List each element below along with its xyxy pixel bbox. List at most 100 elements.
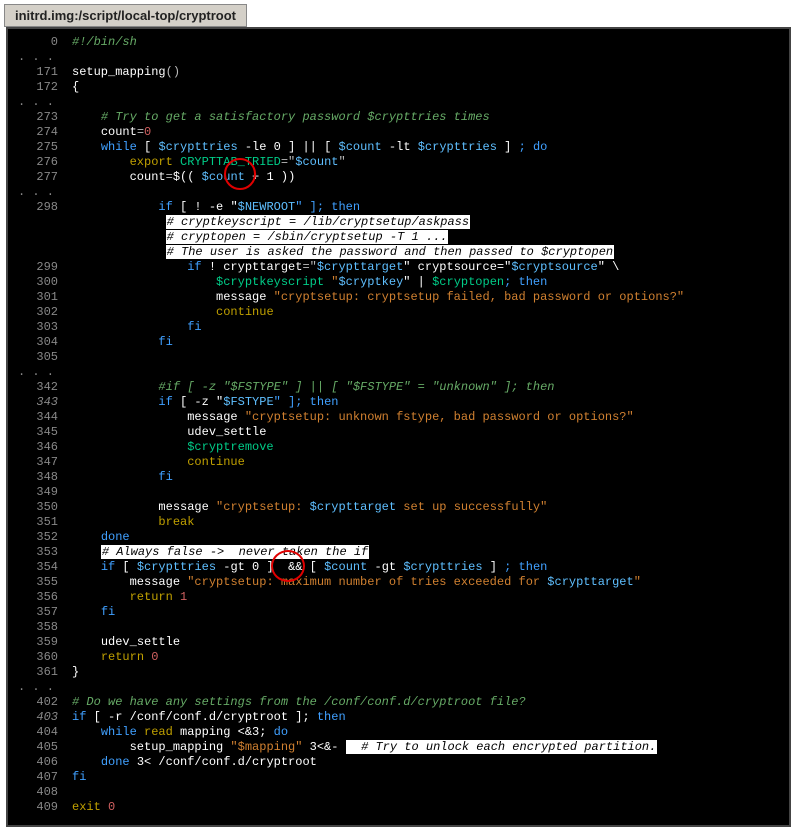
line-number: 355 (18, 575, 58, 590)
var: $cryptkeyscript (216, 275, 324, 289)
keyword: fi (158, 470, 172, 484)
comment-highlight: # The user is asked the password and the… (166, 245, 614, 259)
line-number: 277 (18, 170, 58, 185)
line-number: 302 (18, 305, 58, 320)
var: $crypttries (137, 560, 216, 574)
comment: # Do we have any settings from the /conf… (72, 695, 526, 709)
keyword: if (72, 710, 86, 724)
keyword: while (101, 725, 137, 739)
fold-marker: . . . (18, 365, 779, 380)
code-text: [ -z " (173, 395, 223, 409)
line-number (18, 245, 58, 260)
line-number: 352 (18, 530, 58, 545)
var: $NEWROOT (238, 200, 296, 214)
keyword: while (101, 140, 137, 154)
code-text: " cryptsource=" (403, 260, 511, 274)
code-text: 3<&- (302, 740, 345, 754)
code-text: mapping (173, 725, 238, 739)
var: $crypttarget (310, 500, 396, 514)
keyword: if (101, 560, 115, 574)
keyword: break (158, 515, 194, 529)
line-number: 349 (18, 485, 58, 500)
line-number: 350 (18, 500, 58, 515)
keyword: if (158, 395, 172, 409)
keyword: if (158, 200, 172, 214)
comment: #if [ -z "$FSTYPE" ] || [ "$FSTYPE" = "u… (158, 380, 554, 394)
fold-marker: . . . (18, 680, 779, 695)
code-text: 0 (144, 650, 158, 664)
keyword: " ]; then (274, 395, 339, 409)
line-number (18, 215, 58, 230)
code-text: || [ (302, 140, 338, 154)
line-number: 347 (18, 455, 58, 470)
comment: # Try to get a satisfactory password $cr… (101, 110, 490, 124)
line-number: 301 (18, 290, 58, 305)
code-text: [ -r /conf/conf.d/cryptroot ]; (86, 710, 316, 724)
keyword: continue (216, 305, 274, 319)
code-text: count (101, 125, 137, 139)
keyword: done (101, 530, 130, 544)
code-text: [ (115, 560, 137, 574)
line-number: 346 (18, 440, 58, 455)
var: $cryptopen (432, 275, 504, 289)
line-number: 345 (18, 425, 58, 440)
var: $count (202, 170, 245, 184)
code-text: ] (497, 140, 519, 154)
code-text: " \ (598, 260, 620, 274)
code-text (137, 725, 144, 739)
code-text: crypttarget (223, 260, 302, 274)
code-text: 1 (173, 590, 187, 604)
var: $crypttries (418, 140, 497, 154)
code-text: " | (403, 275, 432, 289)
code-text: " (338, 155, 345, 169)
keyword: done (101, 755, 130, 769)
var: $crypttarget (547, 575, 633, 589)
line-number: 351 (18, 515, 58, 530)
code-text: 0 (144, 125, 151, 139)
fold-marker: . . . (18, 50, 779, 65)
code-editor: 0#!/bin/sh . . . 171setup_mapping() 172{… (6, 27, 791, 827)
code-text: setup_mapping (130, 740, 224, 754)
code-text: $(( (173, 170, 202, 184)
var: $FSTYPE (223, 395, 273, 409)
code-text: -gt 0 (216, 560, 259, 574)
keyword: continue (187, 455, 245, 469)
code-text: message (216, 290, 266, 304)
line-number: 405 (18, 740, 58, 755)
string: "cryptsetup: (209, 500, 310, 514)
line-number: 299 (18, 260, 58, 275)
keyword: " ]; then (295, 200, 360, 214)
string: "cryptsetup: maximum number of tries exc… (180, 575, 547, 589)
code-text: 3< /conf/conf.d/cryptroot (130, 755, 317, 769)
line-number: 304 (18, 335, 58, 350)
line-number: 356 (18, 590, 58, 605)
keyword: fi (72, 770, 86, 784)
line-number (18, 230, 58, 245)
fold-marker: . . . (18, 95, 779, 110)
line-number: 305 (18, 350, 58, 365)
keyword: return (130, 590, 173, 604)
line-number: 361 (18, 665, 58, 680)
keyword: fi (187, 320, 201, 334)
line-number: 408 (18, 785, 58, 800)
keyword: exit (72, 800, 101, 814)
string: set up successfully" (396, 500, 547, 514)
var: $count (339, 140, 382, 154)
line-number: 403 (18, 710, 58, 725)
code-text: && [ (281, 560, 324, 574)
keyword: fi (158, 335, 172, 349)
code-text: CRYPTTAB_TRIED (173, 155, 281, 169)
line-number: 353 (18, 545, 58, 560)
keyword: then (317, 710, 346, 724)
var: $cryptkey (338, 275, 403, 289)
code-text: )) (274, 170, 296, 184)
line-number: 275 (18, 140, 58, 155)
code-text: message (130, 575, 180, 589)
code-text: -lt (382, 140, 418, 154)
string: " (634, 575, 641, 589)
code-text: } (72, 665, 79, 679)
keyword: do (274, 725, 288, 739)
comment-highlight: # cryptopen = /sbin/cryptsetup -T 1 ... (166, 230, 449, 244)
line-number: 344 (18, 410, 58, 425)
code-text: =" (302, 260, 316, 274)
